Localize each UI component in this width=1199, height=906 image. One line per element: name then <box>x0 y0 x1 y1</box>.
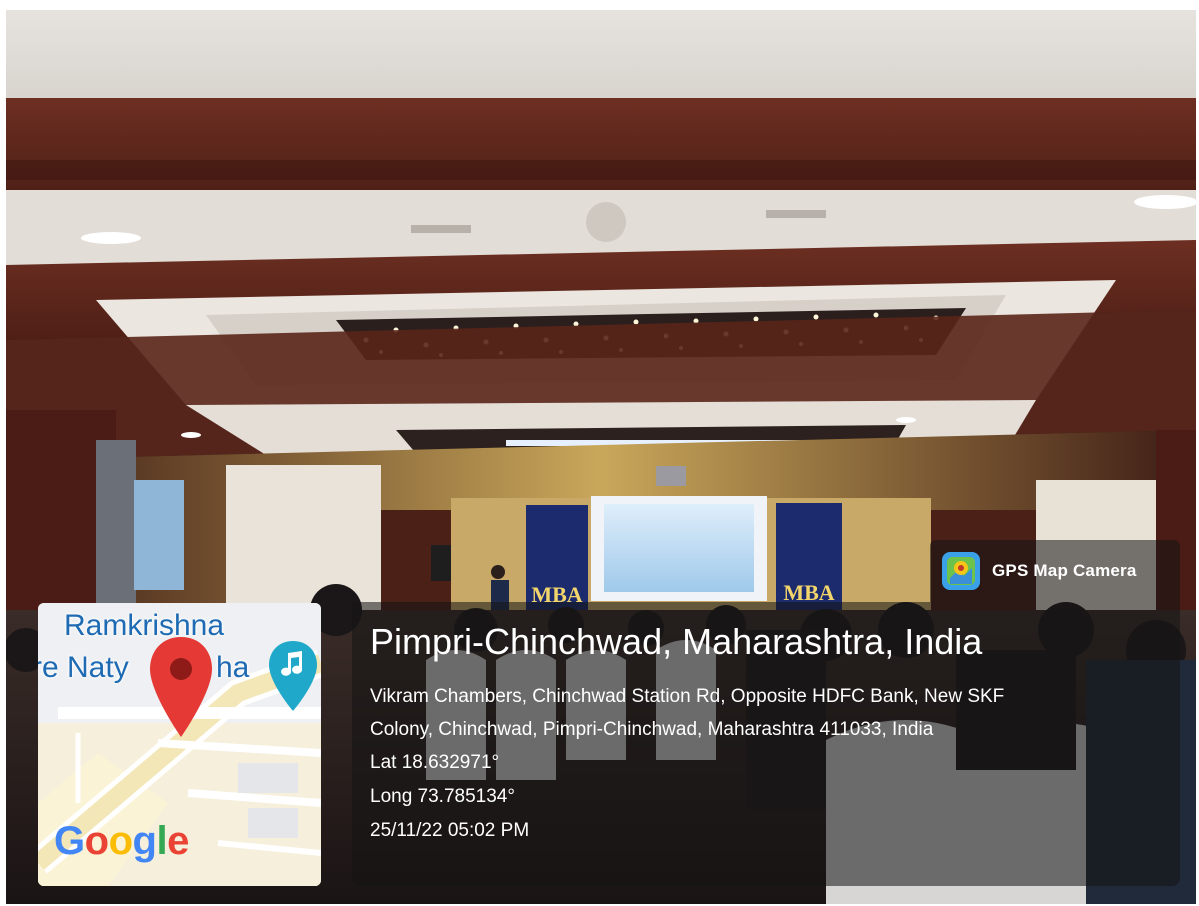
latitude-text: Lat 18.632971° <box>370 752 500 773</box>
address-line-2: Colony, Chinchwad, Pimpri-Chinchwad, Mah… <box>370 719 934 740</box>
map-label-right: ha <box>216 651 250 684</box>
location-title: Pimpri-Chinchwad, Maharashtra, India <box>370 621 983 662</box>
gps-map-camera-logo-icon <box>942 552 980 590</box>
map-label-left: re Naty <box>38 651 129 684</box>
longitude-text: Long 73.785134° <box>370 786 515 807</box>
datetime-text: 25/11/22 05:02 PM <box>370 820 530 841</box>
gps-map-camera-badge: GPS Map Camera <box>930 540 1180 602</box>
map-thumbnail: Ramkrishna re Naty ha Google <box>38 603 321 886</box>
music-note-icon <box>269 641 317 711</box>
google-logo: Google <box>54 819 189 863</box>
location-info-panel: Pimpri-Chinchwad, Maharashtra, India Vik… <box>352 602 1180 886</box>
location-pin-icon <box>150 637 212 737</box>
gps-map-camera-label: GPS Map Camera <box>992 561 1137 580</box>
address-line-1: Vikram Chambers, Chinchwad Station Rd, O… <box>370 686 1005 707</box>
